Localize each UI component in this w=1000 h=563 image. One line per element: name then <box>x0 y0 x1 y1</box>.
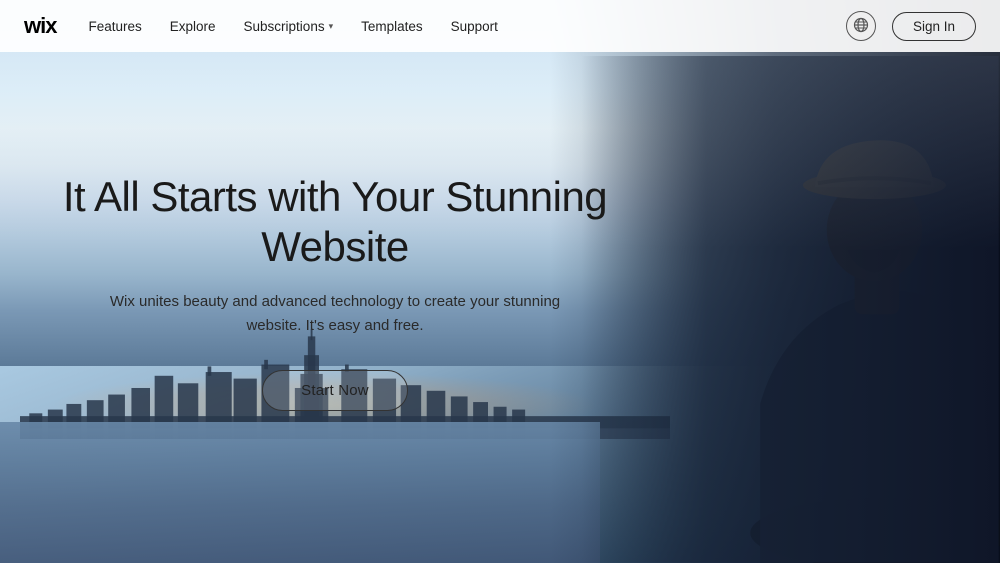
navbar-right: Sign In <box>846 11 976 41</box>
nav-explore[interactable]: Explore <box>170 19 216 34</box>
nav-templates[interactable]: Templates <box>361 19 423 34</box>
hero-subtitle: Wix unites beauty and advanced technolog… <box>95 290 575 338</box>
globe-icon <box>853 17 869 36</box>
wix-logo-text: wix <box>24 13 56 39</box>
hero-content: It All Starts with Your Stunning Website… <box>0 0 650 563</box>
nav-features[interactable]: Features <box>88 19 141 34</box>
nav-support[interactable]: Support <box>451 19 498 34</box>
logo[interactable]: wix <box>24 13 56 39</box>
nav-links: Features Explore Subscriptions ▾ Templat… <box>88 19 846 34</box>
sign-in-button[interactable]: Sign In <box>892 12 976 41</box>
start-now-button[interactable]: Start Now <box>262 370 408 411</box>
navbar: wix Features Explore Subscriptions ▾ Tem… <box>0 0 1000 52</box>
language-selector-button[interactable] <box>846 11 876 41</box>
hero-container: wix Features Explore Subscriptions ▾ Tem… <box>0 0 1000 563</box>
nav-subscriptions[interactable]: Subscriptions ▾ <box>244 19 334 34</box>
chevron-down-icon: ▾ <box>329 21 334 32</box>
hero-title: It All Starts with Your Stunning Website <box>55 172 615 273</box>
